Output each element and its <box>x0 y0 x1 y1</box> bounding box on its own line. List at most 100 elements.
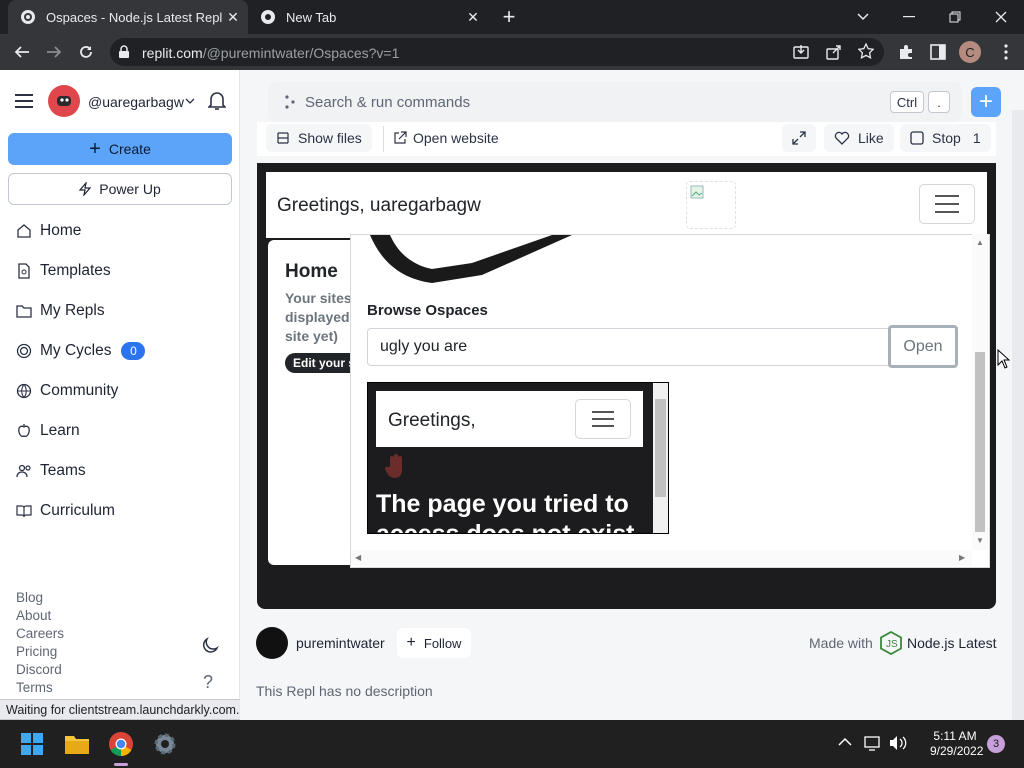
notification-badge[interactable]: 3 <box>987 735 1005 753</box>
install-app-icon[interactable] <box>793 44 809 60</box>
like-label: Like <box>858 130 884 146</box>
chrome-menu-icon[interactable] <box>1004 44 1008 60</box>
open-button[interactable]: Open <box>888 325 958 368</box>
tab-title: New Tab <box>286 9 337 25</box>
edit-site-button[interactable]: Edit your s <box>285 353 355 373</box>
footer-link-discord[interactable]: Discord <box>16 662 62 677</box>
made-with-prefix: Made with <box>809 635 873 651</box>
run-count: 1 <box>972 130 981 146</box>
active-app-indicator <box>114 763 128 766</box>
volume-icon[interactable] <box>889 735 907 751</box>
taskbar-clock[interactable]: 5:11 AM 9/29/2022 <box>930 729 984 759</box>
close-tab-icon[interactable]: ✕ <box>226 10 240 24</box>
user-avatar[interactable] <box>48 85 80 117</box>
sidebar-item-label: Home <box>40 222 82 239</box>
mouse-cursor-icon <box>997 349 1010 369</box>
chrome-taskbar-icon[interactable] <box>108 731 134 757</box>
open-website-button[interactable]: Open website <box>383 124 509 152</box>
follow-label: Follow <box>423 635 462 651</box>
follow-button[interactable]: + Follow <box>397 628 471 658</box>
preview-greeting: Greetings, <box>388 410 476 431</box>
cycles-icon <box>16 343 32 359</box>
tray-chevron-up-icon[interactable] <box>838 737 852 747</box>
sidebar-item-teams[interactable]: Teams <box>16 459 86 483</box>
settings-gear-icon[interactable] <box>152 731 178 757</box>
share-icon[interactable] <box>826 44 842 60</box>
stop-label: Stop <box>932 130 961 146</box>
sidebar-item-curriculum[interactable]: Curriculum <box>16 499 115 523</box>
nodejs-icon: JS <box>879 631 903 655</box>
owner-avatar[interactable] <box>256 627 288 659</box>
page-scrollbar[interactable] <box>1012 110 1024 720</box>
sidebar-item-learn[interactable]: Learn <box>16 419 80 443</box>
reload-icon[interactable] <box>70 36 102 68</box>
footer-link-blog[interactable]: Blog <box>16 590 43 605</box>
help-icon[interactable]: ? <box>203 672 213 693</box>
tab-title: Ospaces - Node.js Latest Repl - R <box>46 9 222 25</box>
create-repl-plus-icon[interactable]: + <box>971 87 1001 117</box>
forward-arrow-icon[interactable] <box>38 36 70 68</box>
sidebar-item-my-cycles[interactable]: My Cycles 0 <box>16 339 146 363</box>
sidebar-item-my-repls[interactable]: My Repls <box>16 299 105 323</box>
restore-icon[interactable] <box>932 0 978 34</box>
made-with-language[interactable]: Node.js Latest <box>907 635 997 651</box>
clock-time: 5:11 AM <box>933 729 977 743</box>
folder-icon <box>16 303 32 319</box>
new-tab-plus-icon[interactable]: + <box>498 6 520 28</box>
hamburger-menu-icon[interactable] <box>14 93 34 109</box>
learn-icon <box>16 423 32 439</box>
preview-menu-icon[interactable] <box>575 399 631 439</box>
close-tab-icon[interactable]: ✕ <box>466 10 480 24</box>
footer-link-terms[interactable]: Terms <box>16 680 53 695</box>
url-text: replit.com/@puremintwater/Ospaces?v=1 <box>142 45 400 61</box>
search-placeholder[interactable]: Search & run commands <box>305 94 470 111</box>
minimize-icon[interactable] <box>886 0 932 34</box>
sidebar-item-templates[interactable]: Templates <box>16 259 111 283</box>
footer-link-about[interactable]: About <box>16 608 51 623</box>
username[interactable]: @uaregarbagw <box>88 94 184 110</box>
footer-link-careers[interactable]: Careers <box>16 626 64 641</box>
globe-icon <box>16 383 32 399</box>
create-button[interactable]: + Create <box>8 133 232 165</box>
open-website-label: Open website <box>413 130 499 146</box>
network-icon[interactable] <box>864 735 882 751</box>
tab-new-tab[interactable]: New Tab ✕ <box>248 0 488 34</box>
tab-search-chevron-icon[interactable] <box>840 0 886 34</box>
lock-icon[interactable] <box>118 45 130 59</box>
sidebar-item-label: Templates <box>40 262 111 279</box>
side-panel-icon[interactable] <box>930 44 946 60</box>
tab-ospaces[interactable]: Ospaces - Node.js Latest Repl - R ✕ <box>8 0 248 34</box>
stop-button[interactable]: Stop 1 <box>900 124 991 152</box>
fullscreen-expand-icon[interactable] <box>782 124 816 152</box>
popup-vertical-scrollbar[interactable]: ▲ ▼ <box>972 234 988 550</box>
show-files-button[interactable]: Show files <box>266 124 372 152</box>
owner-name[interactable]: puremintwater <box>296 635 385 651</box>
close-window-icon[interactable] <box>978 0 1024 34</box>
file-explorer-icon[interactable] <box>64 733 90 755</box>
footer-link-pricing[interactable]: Pricing <box>16 644 57 659</box>
profile-avatar[interactable]: C <box>959 41 981 63</box>
dark-mode-moon-icon[interactable] <box>201 637 219 655</box>
windows-start-icon[interactable] <box>21 733 43 755</box>
plus-icon: + <box>406 634 416 651</box>
kbd-ctrl: Ctrl <box>890 91 924 113</box>
clock-date: 9/29/2022 <box>930 744 984 758</box>
sidebar-item-home[interactable]: Home <box>16 219 81 243</box>
account-chevron-down-icon[interactable] <box>185 98 195 105</box>
bookmark-star-icon[interactable] <box>858 43 874 59</box>
create-label: Create <box>108 141 151 157</box>
like-button[interactable]: Like <box>824 124 894 152</box>
svg-text:JS: JS <box>886 639 898 650</box>
sidebar-item-community[interactable]: Community <box>16 379 118 403</box>
notifications-bell-icon[interactable] <box>208 91 226 111</box>
extensions-puzzle-icon[interactable] <box>898 44 914 60</box>
plus-icon: + <box>89 138 101 160</box>
repl-description: This Repl has no description <box>256 683 433 699</box>
back-arrow-icon[interactable] <box>6 36 38 68</box>
popup-horizontal-scrollbar[interactable]: ◀ ▶ <box>351 550 972 566</box>
power-up-button[interactable]: Power Up <box>8 173 232 205</box>
preview-scrollbar[interactable] <box>653 383 668 533</box>
templates-icon <box>16 263 32 279</box>
browse-ospaces-input[interactable]: ugly you are <box>367 328 889 366</box>
site-navbar-toggler-icon[interactable] <box>919 184 975 224</box>
